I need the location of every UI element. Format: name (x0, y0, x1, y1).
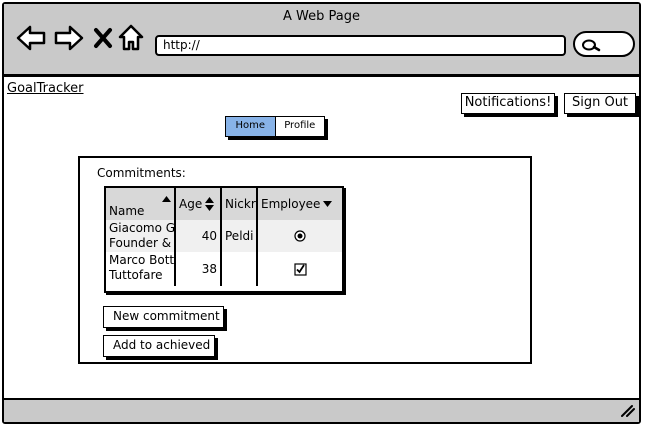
job-title: Founder & (109, 236, 172, 250)
sort-both-icon (205, 197, 215, 211)
status-bar (4, 398, 639, 422)
sort-ascending-icon (162, 196, 171, 202)
nickname-cell (222, 252, 258, 286)
new-commitment-button[interactable]: New commitment (103, 306, 224, 328)
tab-bar: Home Profile (225, 116, 325, 137)
stop-icon[interactable] (93, 27, 113, 53)
search-icon (582, 39, 601, 52)
resize-grip-icon[interactable] (619, 403, 635, 417)
commitments-heading: Commitments: (97, 166, 186, 180)
search-box[interactable] (573, 31, 635, 57)
employee-cell (258, 220, 342, 252)
browser-chrome: A Web Page http:// (4, 4, 639, 77)
forward-arrow-icon[interactable] (54, 25, 84, 55)
back-arrow-icon[interactable] (16, 25, 46, 55)
person-name: Marco Bott (109, 253, 175, 267)
notifications-button[interactable]: Notifications! (461, 93, 555, 114)
tab-home[interactable]: Home (226, 117, 276, 136)
address-bar[interactable]: http:// (155, 35, 566, 56)
column-header-age[interactable]: Age (176, 188, 222, 220)
sign-out-button[interactable]: Sign Out (564, 93, 636, 114)
job-title: Tuttofare (109, 268, 163, 282)
column-header-nickname[interactable]: Nickr (222, 188, 258, 220)
checkbox-checked-icon[interactable] (293, 262, 307, 276)
column-header-name[interactable]: Name (job title (106, 188, 176, 220)
person-name: Giacomo G (109, 221, 176, 235)
column-header-label: Employee (261, 196, 321, 211)
radio-selected-icon[interactable] (294, 230, 306, 242)
age-cell: 40 (176, 220, 222, 252)
nickname-cell: Peldi (222, 220, 258, 252)
table-row[interactable]: Giacomo G Founder & 40 Peldi (106, 220, 342, 252)
commitments-table: Name (job title Age Nickr Employee Giaco… (104, 186, 344, 293)
add-to-achieved-button[interactable]: Add to achieved (103, 335, 215, 357)
column-header-label: Age (179, 196, 203, 211)
home-icon[interactable] (118, 24, 144, 56)
name-cell: Giacomo G Founder & (106, 220, 176, 252)
employee-cell (258, 252, 342, 286)
table-header-row: Name (job title Age Nickr Employee (106, 188, 342, 220)
app-logo-link[interactable]: GoalTracker (7, 81, 84, 96)
sort-descending-icon (323, 201, 333, 207)
age-cell: 38 (176, 252, 222, 286)
column-header-label: Name (job title (109, 204, 159, 220)
name-cell: Marco Bott Tuttofare (106, 252, 176, 286)
column-header-label: Nickr (225, 196, 256, 211)
window-title: A Web Page (283, 9, 360, 24)
table-row[interactable]: Marco Bott Tuttofare 38 (106, 252, 342, 286)
tab-profile[interactable]: Profile (276, 117, 325, 136)
column-header-employee[interactable]: Employee (258, 188, 342, 220)
